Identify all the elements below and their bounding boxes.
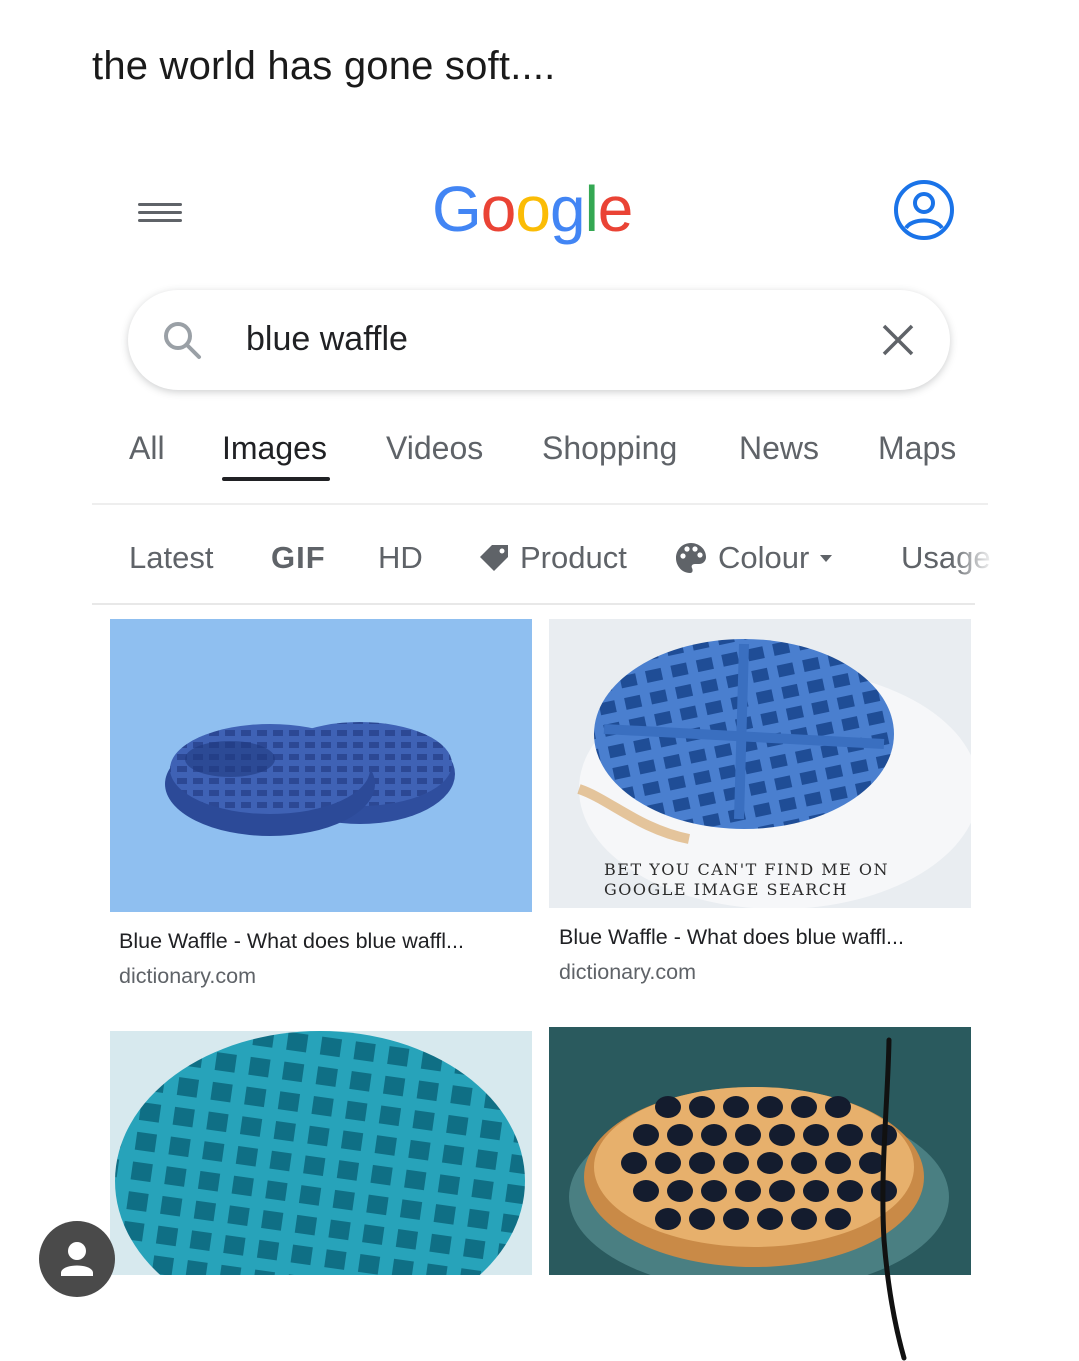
blueberry: [655, 1152, 681, 1174]
tab-videos[interactable]: Videos: [386, 430, 483, 467]
watermark-line: BET YOU CAN'T FIND ME ON: [604, 860, 889, 879]
chip-product[interactable]: Product: [478, 540, 627, 576]
blueberry: [837, 1124, 863, 1146]
image-result[interactable]: [549, 1027, 971, 1275]
blueberry: [735, 1180, 761, 1202]
tab-images[interactable]: Images: [222, 430, 327, 467]
blueberry: [667, 1124, 693, 1146]
blueberry: [689, 1152, 715, 1174]
blueberry: [621, 1152, 647, 1174]
search-icon[interactable]: [162, 320, 202, 360]
result-source[interactable]: dictionary.com: [119, 964, 256, 989]
blueberry: [871, 1180, 897, 1202]
teal-waffle-image: [115, 1031, 525, 1275]
watermark-line: GOOGLE IMAGE SEARCH: [604, 880, 848, 899]
tab-maps[interactable]: Maps: [878, 430, 956, 467]
blueberry: [701, 1180, 727, 1202]
chip-colour-label: Colour: [718, 540, 810, 575]
blueberry: [791, 1152, 817, 1174]
blueberry: [859, 1152, 885, 1174]
chip-latest[interactable]: Latest: [129, 540, 213, 576]
divider: [92, 603, 975, 605]
blueberry: [701, 1124, 727, 1146]
blueberry: [633, 1180, 659, 1202]
search-box[interactable]: blue waffle: [128, 290, 950, 390]
blueberry: [757, 1152, 783, 1174]
tab-shopping[interactable]: Shopping: [542, 430, 677, 467]
result-thumbnail[interactable]: [110, 619, 532, 912]
blueberry: [633, 1124, 659, 1146]
blueberry: [655, 1208, 681, 1230]
account-circle-icon[interactable]: [892, 178, 956, 242]
blueberry: [757, 1096, 783, 1118]
divider: [92, 503, 988, 505]
blueberry: [735, 1124, 761, 1146]
active-tab-indicator: [222, 477, 330, 481]
blueberry: [825, 1152, 851, 1174]
blueberry: [667, 1180, 693, 1202]
hamburger-menu-icon[interactable]: [138, 198, 182, 232]
post-caption: the world has gone soft....: [92, 44, 556, 88]
filter-chips: Latest GIF HD Product Colour Usage: [0, 540, 990, 600]
search-tabs: All Images Videos Shopping News Maps: [0, 430, 1079, 490]
blueberry: [723, 1208, 749, 1230]
tab-news[interactable]: News: [739, 430, 819, 467]
blueberry: [689, 1208, 715, 1230]
blueberry: [837, 1180, 863, 1202]
blueberry: [769, 1124, 795, 1146]
result-source[interactable]: dictionary.com: [559, 960, 696, 985]
image-result[interactable]: Blue Waffle - What does blue waffl... di…: [110, 619, 532, 999]
blueberry: [769, 1180, 795, 1202]
blue-waffle-image: [165, 722, 455, 836]
result-thumbnail[interactable]: [549, 1027, 971, 1275]
blueberry: [723, 1096, 749, 1118]
blueberry: [689, 1096, 715, 1118]
blueberry: [871, 1124, 897, 1146]
result-thumbnail[interactable]: BET YOU CAN'T FIND ME ON GOOGLE IMAGE SE…: [549, 619, 971, 908]
result-title[interactable]: Blue Waffle - What does blue waffl...: [119, 929, 464, 954]
chip-colour[interactable]: Colour: [674, 540, 833, 576]
blueberry: [825, 1208, 851, 1230]
palette-icon: [676, 543, 706, 573]
search-input[interactable]: blue waffle: [246, 320, 408, 359]
blueberry: [803, 1124, 829, 1146]
image-result[interactable]: BET YOU CAN'T FIND ME ON GOOGLE IMAGE SE…: [549, 619, 971, 999]
tag-icon: [480, 545, 508, 571]
blueberry: [803, 1180, 829, 1202]
close-icon[interactable]: [880, 322, 916, 358]
result-thumbnail[interactable]: [110, 1031, 532, 1275]
blueberry: [757, 1208, 783, 1230]
blueberry: [655, 1096, 681, 1118]
image-result[interactable]: [110, 1031, 532, 1275]
google-logo: Google: [432, 173, 633, 245]
chip-gif[interactable]: GIF: [271, 540, 326, 576]
tab-all[interactable]: All: [129, 430, 165, 467]
blueberry: [791, 1096, 817, 1118]
person-icon: [61, 1242, 93, 1276]
user-avatar[interactable]: [39, 1221, 115, 1297]
chips-fade: [950, 530, 995, 600]
chip-product-label: Product: [520, 540, 627, 575]
blueberry: [825, 1096, 851, 1118]
blueberry: [791, 1208, 817, 1230]
result-title[interactable]: Blue Waffle - What does blue waffl...: [559, 925, 904, 950]
chip-hd[interactable]: HD: [378, 540, 423, 576]
dropdown-arrow-icon: [820, 555, 833, 562]
blueberry: [723, 1152, 749, 1174]
blueberry-pancake-image: [549, 1027, 971, 1275]
